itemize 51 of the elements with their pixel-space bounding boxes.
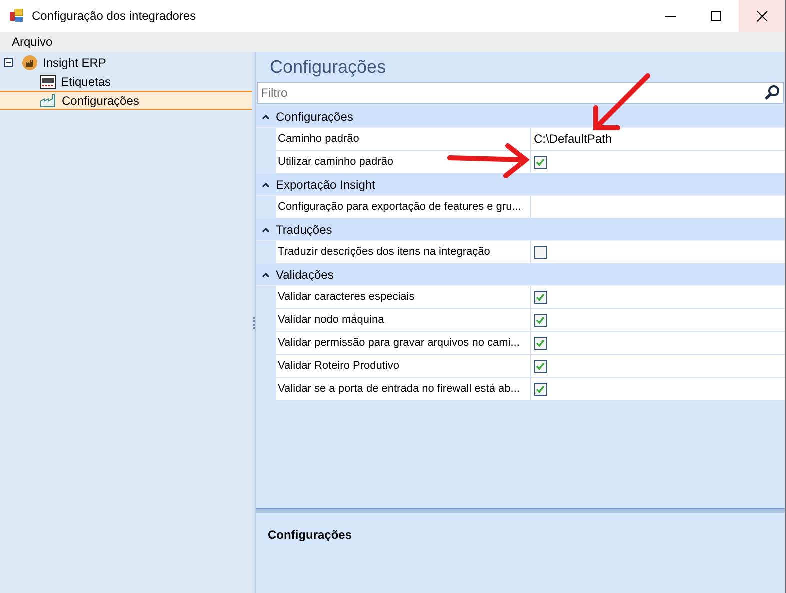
property-value-cell[interactable] (531, 286, 785, 309)
property-name[interactable]: Validar Roteiro Produtivo (276, 355, 531, 378)
property-value: C:\DefaultPath (534, 131, 612, 148)
tree-item[interactable]: Insight ERP (0, 53, 252, 72)
property-value-cell[interactable] (531, 355, 785, 378)
property-name[interactable]: Validar permissão para gravar arquivos no cami... (276, 332, 531, 355)
property-value-cell[interactable]: C:\DefaultPath (531, 128, 785, 151)
checkbox[interactable] (534, 360, 547, 372)
category-title: Validações (276, 266, 334, 284)
category-title: Exportação Insight (276, 176, 376, 194)
label-sheet-icon (40, 74, 56, 88)
panel-title: Configurações (269, 56, 388, 79)
category-header[interactable]: Exportação Insight (256, 174, 785, 196)
property-value-cell[interactable] (531, 332, 785, 355)
checkbox[interactable] (534, 336, 547, 350)
checkbox[interactable] (534, 382, 547, 396)
filter-field[interactable]: Filtro (257, 82, 784, 104)
property-value-cell[interactable] (531, 309, 785, 332)
property-value-cell[interactable] (531, 196, 785, 219)
filter-input[interactable]: Filtro (258, 84, 764, 102)
property-value-cell[interactable] (531, 151, 785, 174)
description-title: Configurações (268, 528, 352, 542)
checkbox[interactable] (534, 156, 547, 168)
property-name[interactable]: Configuração para exportação de features e gru... (276, 196, 531, 219)
close-icon (756, 10, 768, 22)
collapse-icon[interactable] (4, 58, 13, 67)
checkbox[interactable] (534, 314, 547, 326)
tree-item[interactable]: Etiquetas (0, 72, 252, 91)
property-value-cell[interactable] (531, 241, 785, 264)
menu-item[interactable]: Arquivo (0, 33, 65, 51)
property-name[interactable]: Utilizar caminho padrão (276, 151, 531, 174)
window-title: Configuração dos integradores (32, 8, 196, 25)
property-name[interactable]: Validar nodo máquina (276, 309, 531, 332)
property-name[interactable]: Traduzir descrições dos itens na integração (276, 241, 531, 264)
maximize-icon (711, 11, 721, 21)
checkbox[interactable] (534, 246, 547, 258)
factory-outline-icon (40, 94, 57, 108)
search-icon (764, 85, 780, 101)
category-header[interactable]: Traduções (256, 219, 785, 241)
property-name[interactable]: Validar caracteres especiais (276, 286, 531, 309)
property-name[interactable]: Validar se a porta de entrada no firewall está ab... (276, 378, 531, 401)
checkbox[interactable] (534, 290, 547, 304)
property-value-cell[interactable] (531, 378, 785, 401)
property-name[interactable]: Caminho padrão (276, 128, 531, 151)
category-title: Configurações (276, 108, 354, 126)
window-app-icon (10, 9, 24, 23)
category-header[interactable]: Configurações (256, 106, 785, 128)
tree-item[interactable]: Configurações (0, 91, 252, 110)
factory-icon (22, 54, 38, 70)
category-header[interactable]: Validações (256, 264, 785, 286)
category-title: Traduções (276, 222, 332, 238)
